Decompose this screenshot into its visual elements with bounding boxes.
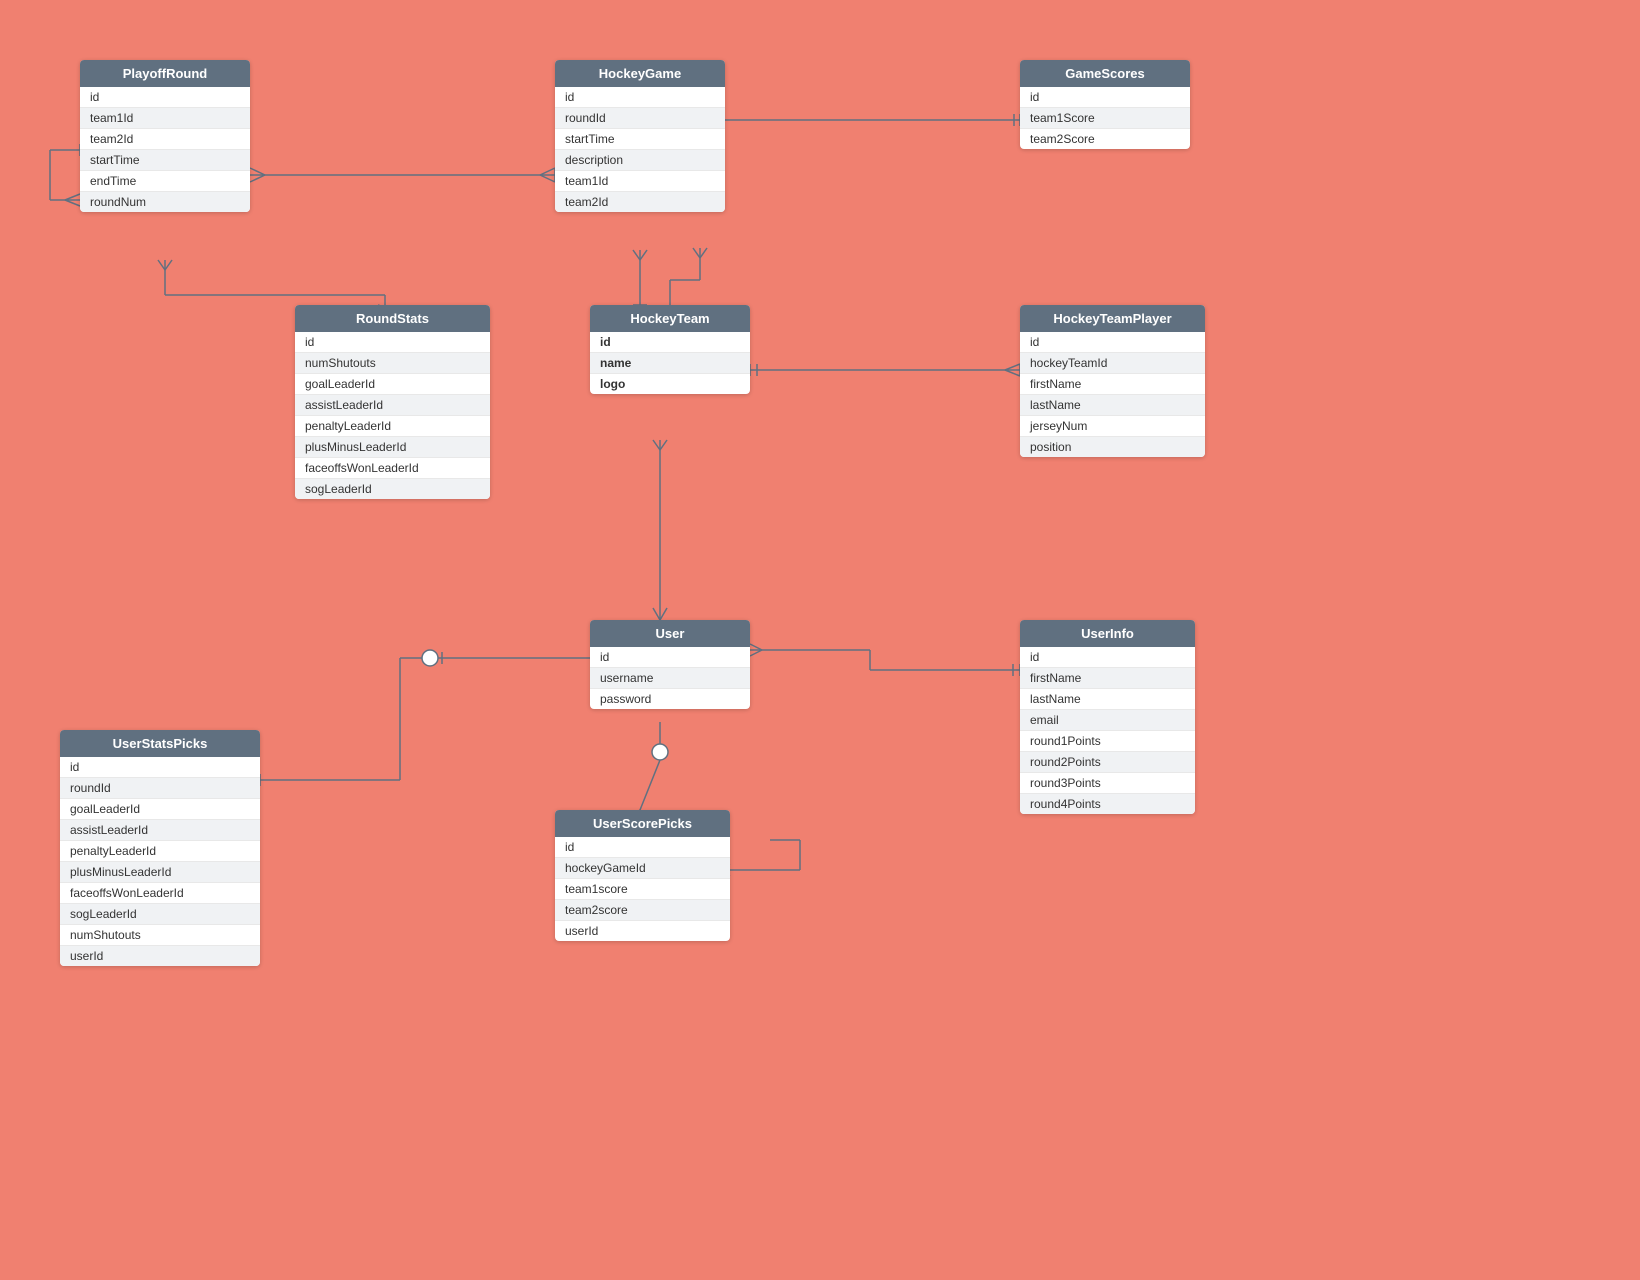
- table-header-UserScorePicks: UserScorePicks: [555, 810, 730, 837]
- table-header-HockeyTeam: HockeyTeam: [590, 305, 750, 332]
- field-row: id: [555, 87, 725, 108]
- table-header-PlayoffRound: PlayoffRound: [80, 60, 250, 87]
- table-header-HockeyGame: HockeyGame: [555, 60, 725, 87]
- field-row: jerseyNum: [1020, 416, 1205, 437]
- field-row: team1Id: [80, 108, 250, 129]
- field-row: goalLeaderId: [295, 374, 490, 395]
- field-row: round3Points: [1020, 773, 1195, 794]
- field-row: faceoffsWonLeaderId: [60, 883, 260, 904]
- field-row: round4Points: [1020, 794, 1195, 814]
- field-row: round2Points: [1020, 752, 1195, 773]
- field-row: sogLeaderId: [295, 479, 490, 499]
- field-row: startTime: [555, 129, 725, 150]
- field-row: team2Id: [555, 192, 725, 212]
- field-row: id: [80, 87, 250, 108]
- table-header-GameScores: GameScores: [1020, 60, 1190, 87]
- field-row: startTime: [80, 150, 250, 171]
- field-row: id: [555, 837, 730, 858]
- field-row: email: [1020, 710, 1195, 731]
- field-row: id: [590, 647, 750, 668]
- field-row: password: [590, 689, 750, 709]
- field-row: endTime: [80, 171, 250, 192]
- table-header-User: User: [590, 620, 750, 647]
- field-row: goalLeaderId: [60, 799, 260, 820]
- field-row: roundNum: [80, 192, 250, 212]
- field-row: id: [1020, 87, 1190, 108]
- table-UserInfo: UserInfo id firstName lastName email rou…: [1020, 620, 1195, 814]
- table-header-RoundStats: RoundStats: [295, 305, 490, 332]
- table-RoundStats: RoundStats id numShutouts goalLeaderId a…: [295, 305, 490, 499]
- field-row: id: [1020, 647, 1195, 668]
- field-row: description: [555, 150, 725, 171]
- field-row: logo: [590, 374, 750, 394]
- table-header-UserStatsPicks: UserStatsPicks: [60, 730, 260, 757]
- field-row: id: [295, 332, 490, 353]
- field-row: sogLeaderId: [60, 904, 260, 925]
- field-row: position: [1020, 437, 1205, 457]
- field-row: assistLeaderId: [295, 395, 490, 416]
- field-row: hockeyGameId: [555, 858, 730, 879]
- field-row: roundId: [60, 778, 260, 799]
- field-row: assistLeaderId: [60, 820, 260, 841]
- table-HockeyGame: HockeyGame id roundId startTime descript…: [555, 60, 725, 212]
- field-row: penaltyLeaderId: [295, 416, 490, 437]
- field-row: plusMinusLeaderId: [60, 862, 260, 883]
- table-header-UserInfo: UserInfo: [1020, 620, 1195, 647]
- field-row: numShutouts: [295, 353, 490, 374]
- field-row: lastName: [1020, 689, 1195, 710]
- table-header-HockeyTeamPlayer: HockeyTeamPlayer: [1020, 305, 1205, 332]
- table-HockeyTeam: HockeyTeam id name logo: [590, 305, 750, 394]
- field-row: numShutouts: [60, 925, 260, 946]
- field-row: team1score: [555, 879, 730, 900]
- field-row: faceoffsWonLeaderId: [295, 458, 490, 479]
- field-row: roundId: [555, 108, 725, 129]
- field-row: team2Id: [80, 129, 250, 150]
- field-row: hockeyTeamId: [1020, 353, 1205, 374]
- field-row: name: [590, 353, 750, 374]
- field-row: round1Points: [1020, 731, 1195, 752]
- field-row: team2score: [555, 900, 730, 921]
- field-row: lastName: [1020, 395, 1205, 416]
- table-User: User id username password: [590, 620, 750, 709]
- diagram-container: PlayoffRound id team1Id team2Id startTim…: [0, 0, 1640, 1280]
- table-UserScorePicks: UserScorePicks id hockeyGameId team1scor…: [555, 810, 730, 941]
- field-row: penaltyLeaderId: [60, 841, 260, 862]
- table-GameScores: GameScores id team1Score team2Score: [1020, 60, 1190, 149]
- field-row: plusMinusLeaderId: [295, 437, 490, 458]
- field-row: firstName: [1020, 668, 1195, 689]
- field-row: id: [590, 332, 750, 353]
- field-row: id: [60, 757, 260, 778]
- field-row: team1Id: [555, 171, 725, 192]
- field-row: userId: [555, 921, 730, 941]
- field-row: username: [590, 668, 750, 689]
- table-PlayoffRound: PlayoffRound id team1Id team2Id startTim…: [80, 60, 250, 212]
- table-UserStatsPicks: UserStatsPicks id roundId goalLeaderId a…: [60, 730, 260, 966]
- field-row: userId: [60, 946, 260, 966]
- field-row: firstName: [1020, 374, 1205, 395]
- table-HockeyTeamPlayer: HockeyTeamPlayer id hockeyTeamId firstNa…: [1020, 305, 1205, 457]
- field-row: team2Score: [1020, 129, 1190, 149]
- field-row: team1Score: [1020, 108, 1190, 129]
- field-row: id: [1020, 332, 1205, 353]
